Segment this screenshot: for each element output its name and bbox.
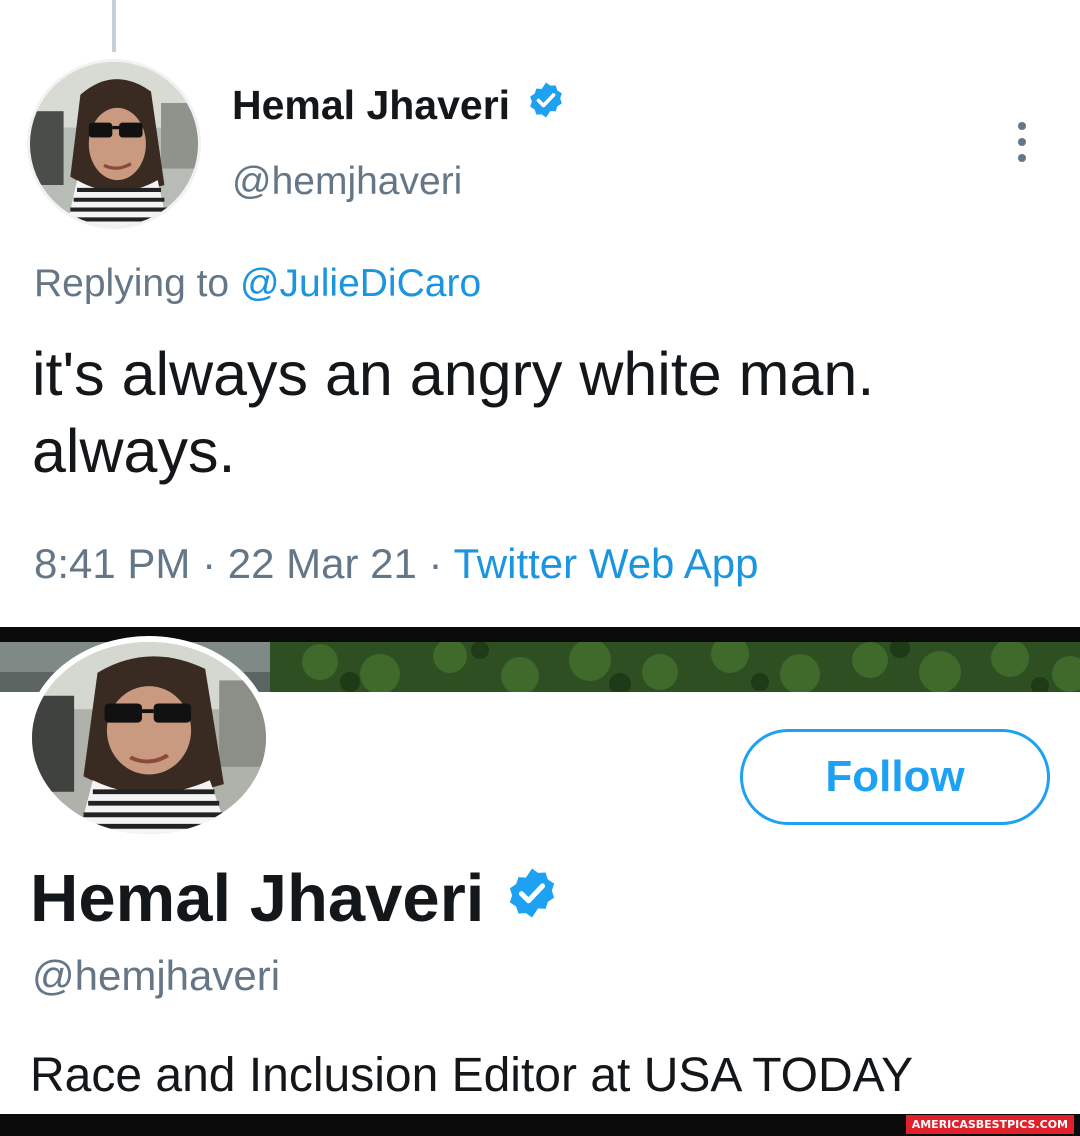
tweet-author-name-text: Hemal Jhaveri	[232, 81, 511, 128]
profile-avatar[interactable]	[26, 636, 272, 840]
tweet-text-line-1: it's always an angry white man.	[32, 340, 875, 408]
replying-to-label: Replying to	[34, 262, 230, 305]
meta-separator: ·	[428, 540, 443, 587]
avatar-photo	[32, 642, 266, 834]
tweet-author-name[interactable]: Hemal Jhaveri	[232, 80, 566, 130]
tweet-date[interactable]: 22 Mar 21	[228, 540, 417, 587]
follow-button[interactable]: Follow	[740, 729, 1050, 825]
tweet-text-line-2: always.	[32, 417, 236, 485]
tweet-author-avatar[interactable]	[30, 62, 198, 226]
profile-name: Hemal Jhaveri	[30, 860, 560, 937]
watermark-logo: AMERICASBESTPICS.COM	[905, 1115, 1074, 1134]
tweet-metadata: 8:41 PM · 22 Mar 21 · Twitter Web App	[34, 540, 759, 588]
verified-badge-icon	[504, 860, 560, 937]
tweet-source[interactable]: Twitter Web App	[453, 540, 758, 587]
tweet-time[interactable]: 8:41 PM	[34, 540, 190, 587]
avatar-photo	[30, 62, 198, 226]
tweet-author-handle[interactable]: @hemjhaveri	[232, 160, 462, 204]
profile-handle: @hemjhaveri	[32, 952, 281, 999]
more-options-icon[interactable]	[1014, 122, 1030, 164]
tweet-text: it's always an angry white man. always.	[32, 336, 1052, 490]
thread-connector-line	[112, 0, 116, 52]
profile-bio: Race and Inclusion Editor at USA TODAY	[30, 1049, 914, 1102]
replying-to-mention[interactable]: @JulieDiCaro	[240, 262, 481, 305]
verified-badge-icon	[526, 80, 566, 130]
replying-to-line: Replying to @JulieDiCaro	[34, 262, 481, 306]
profile-name-text: Hemal Jhaveri	[30, 861, 485, 936]
meta-separator: ·	[202, 540, 217, 587]
